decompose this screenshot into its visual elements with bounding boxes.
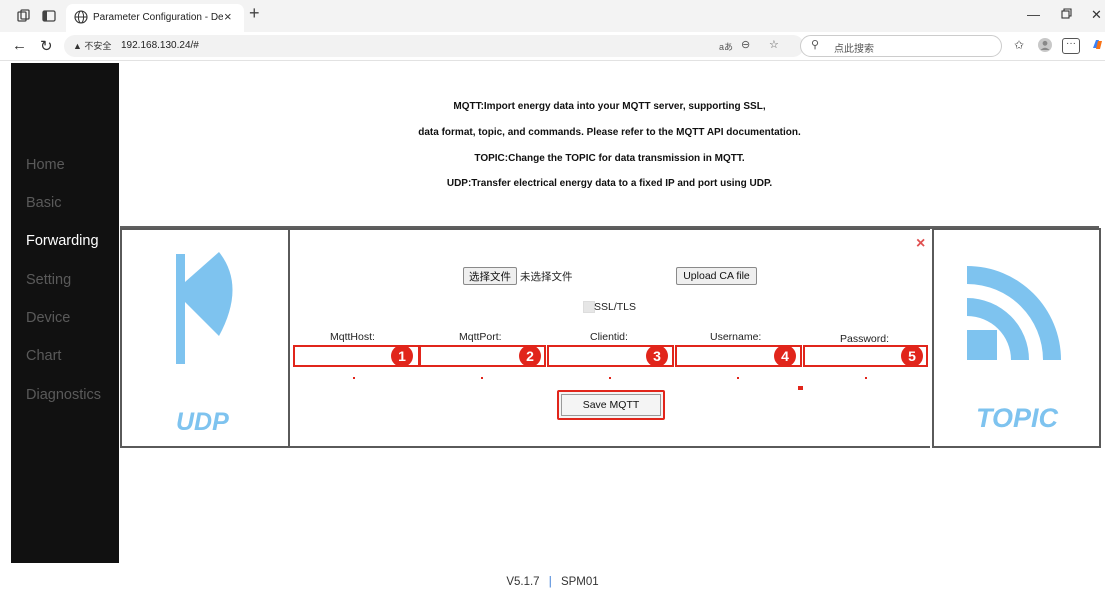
validation-dot xyxy=(865,377,867,379)
address-bar: ← ↻ ▲ 不安全 192.168.130.24/# aあ ⊖ ☆ ⚲ 点此搜索… xyxy=(0,32,1105,61)
model-text: SPM01 xyxy=(560,576,599,588)
profile-avatar-icon[interactable] xyxy=(1038,38,1052,55)
badge-4: 4 xyxy=(774,345,796,367)
info-line-format: data format, topic, and commands. Please… xyxy=(418,127,801,138)
refresh-icon[interactable]: ↻ xyxy=(40,37,53,55)
badge-3: 3 xyxy=(646,345,668,367)
forwarding-description: MQTT:Import energy data into your MQTT s… xyxy=(120,63,1099,229)
validation-dot xyxy=(798,386,803,390)
url-text: 192.168.130.24/# xyxy=(121,40,199,51)
sidebar-item-device[interactable]: Device xyxy=(26,310,70,326)
sidebar-item-home[interactable]: Home xyxy=(26,157,65,173)
sidebar-item-diagnostics[interactable]: Diagnostics xyxy=(26,387,101,403)
clientid-label: Clientid: xyxy=(590,331,628,343)
topic-broadcast-icon xyxy=(967,266,1061,360)
info-line-udp: UDP:Transfer electrical energy data to a… xyxy=(446,178,773,189)
sidebar: Home Basic Forwarding Setting Device Cha… xyxy=(11,63,119,563)
search-box[interactable]: ⚲ 点此搜索 xyxy=(800,35,1002,57)
badge-5: 5 xyxy=(901,345,923,367)
mqttport-label: MqttPort: xyxy=(459,331,502,343)
no-file-text: 未选择文件 xyxy=(520,271,573,283)
search-placeholder: 点此搜索 xyxy=(834,44,874,55)
sidebar-item-forwarding[interactable]: Forwarding xyxy=(26,233,99,249)
browser-tab-bar: Parameter Configuration - Device × + — ✕ xyxy=(0,0,1105,32)
footer-separator: | xyxy=(548,576,552,588)
footer: V5.1.7 | SPM01 xyxy=(0,576,1105,588)
tab-actions-icon[interactable] xyxy=(42,9,56,23)
close-icon[interactable]: × xyxy=(916,235,925,253)
favorites-icon[interactable]: ✩ xyxy=(1014,38,1024,52)
browser-tab[interactable]: Parameter Configuration - Device × xyxy=(66,4,244,32)
workspaces-icon[interactable] xyxy=(17,9,31,23)
sidebar-item-basic[interactable]: Basic xyxy=(26,195,61,211)
badge-1: 1 xyxy=(391,345,413,367)
udp-panel[interactable]: UDP xyxy=(120,228,290,448)
more-page-options-icon[interactable]: ⊖ xyxy=(741,38,750,51)
topic-label: TOPIC xyxy=(976,403,1059,433)
new-tab-button[interactable]: + xyxy=(249,3,260,24)
url-field[interactable]: ▲ 不安全 192.168.130.24/# aあ ⊖ ☆ xyxy=(64,35,804,57)
tab-close-icon[interactable]: × xyxy=(224,9,232,24)
validation-dot xyxy=(737,377,739,379)
security-warning[interactable]: ▲ 不安全 xyxy=(73,39,111,52)
badge-2: 2 xyxy=(519,345,541,367)
sidebar-item-setting[interactable]: Setting xyxy=(26,272,71,288)
mqtthost-label: MqttHost: xyxy=(330,331,375,343)
choose-file-button[interactable]: 选择文件 xyxy=(463,267,517,285)
ssl-label: SSL/TLS xyxy=(594,301,637,313)
minimize-icon[interactable]: — xyxy=(1027,7,1040,22)
udp-flag-icon xyxy=(176,252,233,364)
validation-dot xyxy=(481,377,483,379)
validation-dot xyxy=(609,377,611,379)
info-line-mqtt: MQTT:Import energy data into your MQTT s… xyxy=(453,101,766,112)
back-icon[interactable]: ← xyxy=(12,37,27,54)
topic-panel[interactable]: TOPIC xyxy=(932,228,1101,448)
security-label: 不安全 xyxy=(84,41,112,51)
restore-icon[interactable] xyxy=(1061,7,1072,22)
info-line-topic: TOPIC:Change the TOPIC for data transmis… xyxy=(474,153,745,164)
read-aloud-icon[interactable]: aあ xyxy=(719,40,733,53)
settings-menu-icon[interactable]: ··· xyxy=(1062,38,1080,54)
copilot-icon[interactable] xyxy=(1091,38,1104,54)
version-text: V5.1.7 xyxy=(506,576,540,588)
sidebar-item-chart[interactable]: Chart xyxy=(26,348,61,364)
search-icon: ⚲ xyxy=(811,39,820,51)
favorite-star-icon[interactable]: ☆ xyxy=(769,38,779,51)
password-label: Password: xyxy=(840,333,890,345)
username-label: Username: xyxy=(710,331,762,343)
tab-title: Parameter Configuration - Device xyxy=(93,12,223,23)
validation-dot xyxy=(353,377,355,379)
window-close-icon[interactable]: ✕ xyxy=(1091,7,1102,23)
udp-label: UDP xyxy=(176,408,229,436)
globe-icon xyxy=(74,10,88,24)
upload-ca-button[interactable]: Upload CA file xyxy=(676,267,757,285)
save-mqtt-button[interactable]: Save MQTT xyxy=(557,390,665,420)
